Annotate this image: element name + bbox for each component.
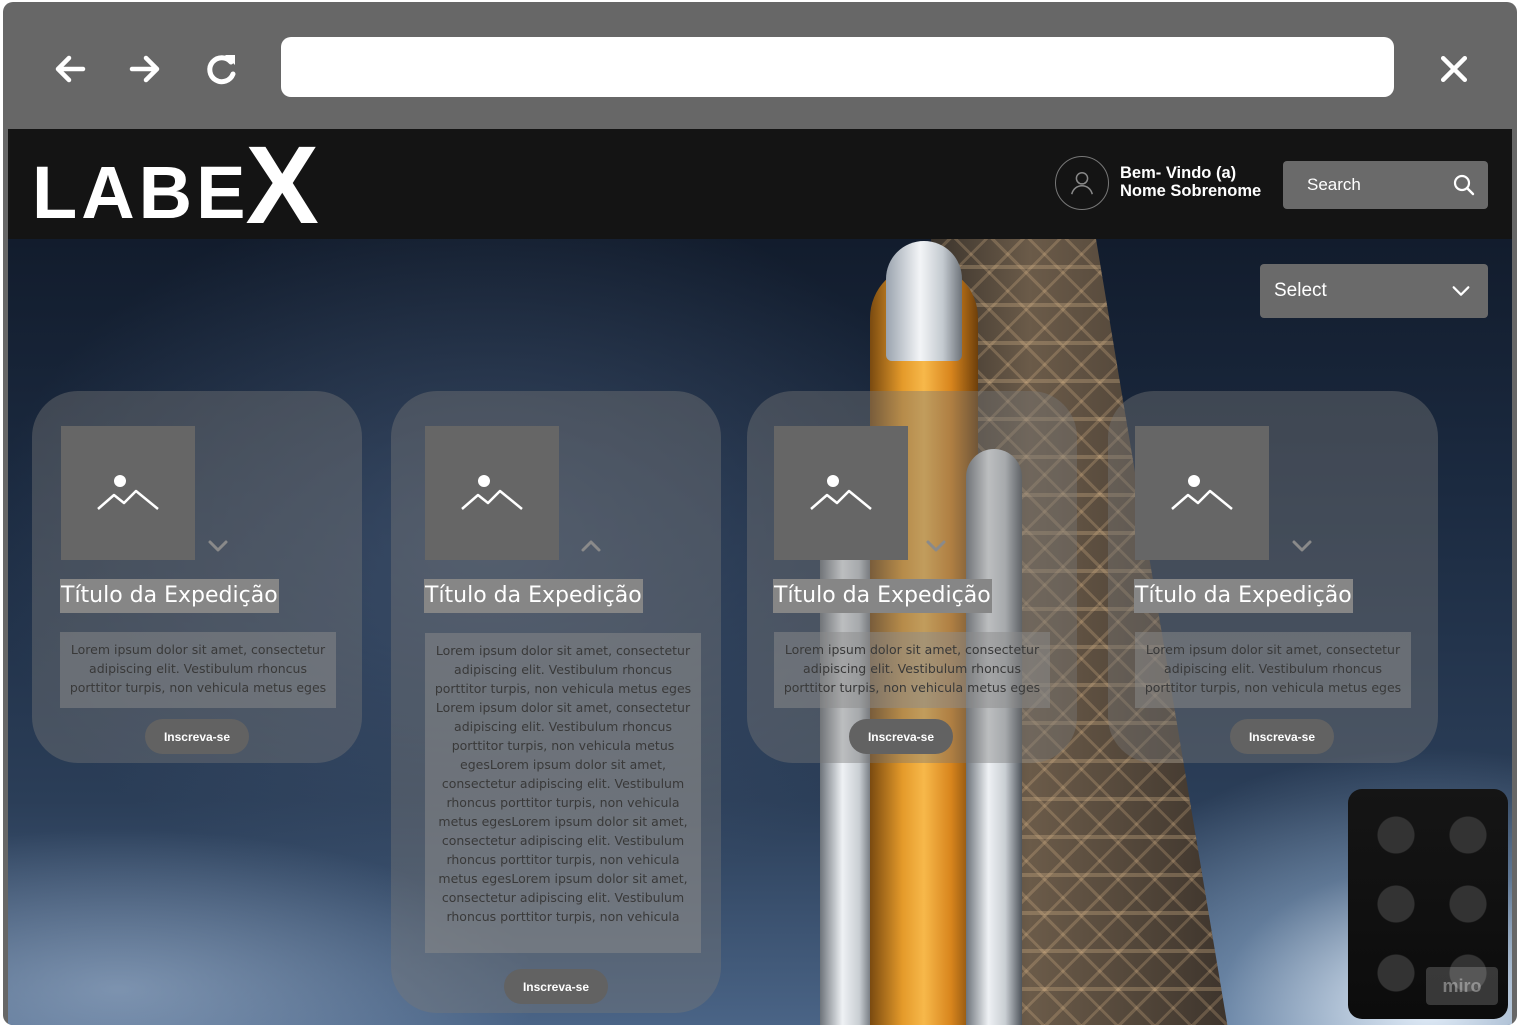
- welcome-greeting: Bem- Vindo (a): [1120, 164, 1237, 182]
- reload-icon: [207, 55, 236, 85]
- logo-text: LABE: [32, 151, 250, 234]
- image-icon: [1171, 475, 1233, 510]
- card-description: Lorem ipsum dolor sit amet, consectetur …: [60, 632, 336, 708]
- reload-button[interactable]: [194, 42, 248, 96]
- logo-x: X: [245, 129, 321, 247]
- subscribe-button[interactable]: Inscreva-se: [1230, 719, 1334, 754]
- chevron-up-icon: [581, 540, 601, 552]
- forward-button[interactable]: [118, 42, 172, 96]
- image-placeholder: [1135, 426, 1269, 560]
- card-title: Título da Expedição: [1134, 579, 1353, 613]
- select-label: Select: [1274, 280, 1327, 301]
- chevron-down-icon: [926, 540, 946, 552]
- card-description: Lorem ipsum dolor sit amet, consectetur …: [425, 633, 701, 953]
- search-input[interactable]: Search: [1283, 161, 1488, 209]
- welcome-text: Bem- Vindo (a) Nome Sobrenome: [1120, 164, 1261, 200]
- labex-logo[interactable]: LABE X: [32, 129, 321, 247]
- card-title: Título da Expedição: [773, 579, 992, 613]
- back-button[interactable]: [43, 42, 97, 96]
- miro-watermark: miro: [1426, 967, 1498, 1005]
- subscribe-button[interactable]: Inscreva-se: [145, 719, 249, 754]
- image-icon: [97, 475, 159, 510]
- image-icon: [461, 475, 523, 510]
- expedition-card: Título da Expedição Lorem ipsum dolor si…: [391, 391, 721, 1013]
- user-icon: [1071, 171, 1093, 195]
- avatar[interactable]: [1055, 156, 1109, 210]
- page-viewport: LABE X Bem- Vindo (a) Nome Sobrenome Sea…: [8, 129, 1512, 1025]
- chevron-down-icon: [208, 540, 228, 552]
- card-title: Título da Expedição: [424, 579, 643, 613]
- site-header: LABE X Bem- Vindo (a) Nome Sobrenome Sea…: [8, 129, 1512, 247]
- image-icon: [810, 475, 872, 510]
- chevron-down-icon: [1452, 286, 1470, 296]
- arrow-left-icon: [55, 55, 86, 83]
- card-description: Lorem ipsum dolor sit amet, consectetur …: [1135, 632, 1411, 708]
- subscribe-button[interactable]: Inscreva-se: [504, 969, 608, 1004]
- expand-caret[interactable]: [203, 531, 233, 561]
- filter-select[interactable]: Select: [1260, 264, 1488, 318]
- card-description: Lorem ipsum dolor sit amet, consectetur …: [774, 632, 1050, 708]
- arrow-right-icon: [129, 55, 160, 83]
- expand-caret[interactable]: [921, 531, 951, 561]
- address-bar[interactable]: [281, 37, 1394, 97]
- card-title: Título da Expedição: [60, 579, 279, 613]
- image-placeholder: [425, 426, 559, 560]
- expedition-card: Título da Expedição Lorem ipsum dolor si…: [32, 391, 362, 763]
- image-placeholder: [61, 426, 195, 560]
- user-name: Nome Sobrenome: [1120, 182, 1262, 200]
- expand-caret[interactable]: [1287, 531, 1317, 561]
- subscribe-button[interactable]: Inscreva-se: [849, 719, 953, 754]
- expedition-card: Título da Expedição Lorem ipsum dolor si…: [1108, 391, 1438, 763]
- search-placeholder: Search: [1307, 175, 1361, 194]
- collapse-caret[interactable]: [576, 531, 606, 561]
- image-placeholder: [774, 426, 908, 560]
- browser-window: LABE X Bem- Vindo (a) Nome Sobrenome Sea…: [3, 2, 1517, 1025]
- search-icon[interactable]: [1452, 173, 1476, 197]
- close-icon: [1440, 55, 1468, 83]
- chevron-down-icon: [1292, 540, 1312, 552]
- expedition-card: Título da Expedição Lorem ipsum dolor si…: [747, 391, 1077, 763]
- rocket-capsule-image: [886, 241, 962, 361]
- close-button[interactable]: [1427, 42, 1481, 96]
